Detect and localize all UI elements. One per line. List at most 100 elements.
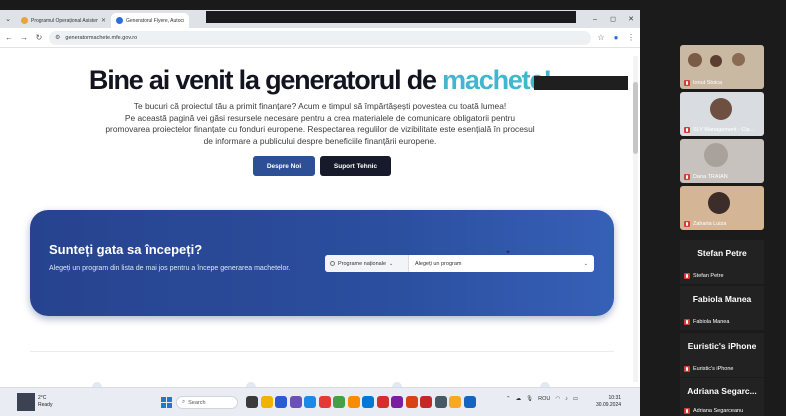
program-placeholder: Alegeți un program xyxy=(415,260,462,267)
program-type-select[interactable]: Programe naționale ⌄ xyxy=(325,255,409,272)
participant-name: Ionut Stoica xyxy=(684,80,722,86)
reload-icon[interactable]: ↻ xyxy=(34,33,44,42)
participant-tile-zaharia[interactable]: Zaharia Luiza xyxy=(680,186,764,230)
participant-tile-ionut[interactable]: Ionut Stoica xyxy=(680,45,764,89)
taskbar-clock[interactable]: 10:31 30.09.2024 xyxy=(596,395,621,409)
scrollbar-thumb[interactable] xyxy=(633,82,638,154)
windows-start-icon[interactable] xyxy=(161,397,172,408)
participant-tile-adriana[interactable]: Adriana Segarc... Adriana Segarceanu xyxy=(680,378,764,416)
url-text: generatormachete.mfe.gov.ro xyxy=(65,34,138,41)
title-prefix: Bine ai venit la generatorul de xyxy=(88,65,443,95)
tray-chevron-icon[interactable]: ⌃ xyxy=(506,396,511,402)
participant-name: Zaharia Luiza xyxy=(684,221,726,227)
weather-widget-icon[interactable] xyxy=(17,393,35,411)
battery-icon[interactable]: ▭ xyxy=(573,396,578,402)
tab-favicon-icon xyxy=(116,17,123,24)
participant-display-name: Stefan Petre xyxy=(697,248,747,258)
participant-name: Fabiola Manea xyxy=(684,319,729,325)
participant-video xyxy=(708,192,730,214)
screen-top-band xyxy=(0,0,640,10)
participant-tile-fabiola[interactable]: Fabiola Manea Fabiola Manea xyxy=(680,286,764,330)
taskbar-app-icon[interactable] xyxy=(391,396,403,408)
taskbar-app-icon[interactable] xyxy=(318,396,331,408)
panel-subtitle: Alegeți un program din lista de mai jos … xyxy=(49,265,291,272)
maximize-icon[interactable]: ◻ xyxy=(604,10,622,28)
program-type-value: Programe naționale xyxy=(338,260,387,267)
minimize-icon[interactable]: – xyxy=(586,10,604,28)
search-icon: ⌕ xyxy=(182,399,186,405)
bookmark-star-icon[interactable]: ☆ xyxy=(596,33,606,42)
taskbar-app-icon[interactable] xyxy=(376,396,389,408)
tab-favicon-icon xyxy=(21,17,28,24)
weather-widget[interactable]: 2°C Ready xyxy=(38,395,52,409)
cloud-icon[interactable]: ☁ xyxy=(516,396,522,402)
globe-icon xyxy=(330,261,335,266)
section-divider xyxy=(30,351,614,352)
web-page: Bine ai venit la generatorul de machete!… xyxy=(0,48,640,387)
tab-poat[interactable]: Programul Operațional Asistență Tehnică … xyxy=(16,13,111,28)
taskbar-app-icon[interactable] xyxy=(434,396,447,408)
taskbar-app-icon[interactable] xyxy=(275,396,287,408)
participant-tile-stefan[interactable]: Stefan Petre Stefan Petre xyxy=(680,240,764,284)
participant-video xyxy=(710,55,722,67)
search-placeholder: Search xyxy=(188,399,206,406)
taskbar-app-icon[interactable] xyxy=(463,396,476,408)
mic-off-icon xyxy=(684,273,690,279)
taskbar-app-icon[interactable] xyxy=(405,396,418,408)
program-select[interactable]: Alegeți un program ⌄ xyxy=(409,255,594,272)
intro-text: Te bucuri că proiectul tău a primit fina… xyxy=(90,101,550,147)
participant-video xyxy=(704,143,728,167)
site-info-icon[interactable]: ⚙ xyxy=(55,34,60,41)
mic-off-icon xyxy=(684,221,690,227)
participant-tile-dana[interactable]: Dana TRAIAN xyxy=(680,139,764,183)
back-icon[interactable]: ← xyxy=(4,33,14,42)
chevron-down-icon: ⌄ xyxy=(583,260,588,267)
taskbar-app-icon[interactable] xyxy=(362,396,374,408)
get-started-panel: Sunteți gata sa începeți? Alegeți un pro… xyxy=(30,210,614,316)
taskbar-app-icon[interactable] xyxy=(449,396,461,408)
system-tray: ⌃ ☁ 🎙 ROU ◠ ♪ ▭ xyxy=(506,396,578,402)
windows-taskbar: 2°C Ready ⌕ Search ⌃ ☁ 🎙 ROU ◠ ♪ ▭ 10:31… xyxy=(0,387,640,416)
taskbar-app-icon[interactable] xyxy=(289,396,302,408)
weather-status: Ready xyxy=(38,402,53,408)
participant-display-name: Euristic's iPhone xyxy=(687,341,757,351)
participant-tile-euristic[interactable]: Euristic's iPhone Euristic's iPhone xyxy=(680,333,764,377)
redaction-bar xyxy=(206,11,576,23)
intro-line: Pe această pagină vei găsi resursele nec… xyxy=(124,112,516,123)
tab-generator[interactable]: Generatorul Flyere, Autocolante, Postere xyxy=(111,13,189,28)
mic-off-icon xyxy=(684,127,690,133)
support-button[interactable]: Suport Tehnic xyxy=(320,156,391,176)
shared-screen: ⌄ Programul Operațional Asistență Tehnic… xyxy=(0,0,640,416)
taskbar-app-icon[interactable] xyxy=(304,396,316,408)
mic-off-icon xyxy=(684,408,690,414)
participant-name: Adriana Segarceanu xyxy=(684,408,743,414)
intro-line: Te bucuri că proiectul tău a primit fina… xyxy=(133,101,507,111)
volume-icon[interactable]: ♪ xyxy=(565,396,568,402)
chevron-down-icon: ⌄ xyxy=(389,260,394,267)
mic-icon[interactable]: 🎙 xyxy=(526,396,533,402)
taskbar-app-icon[interactable] xyxy=(260,396,273,408)
url-field[interactable]: ⚙ generatormachete.mfe.gov.ro xyxy=(49,30,591,45)
tab-close-icon[interactable]: ✕ xyxy=(101,17,106,24)
participant-video xyxy=(688,53,702,67)
taskbar-search[interactable]: ⌕ Search xyxy=(176,396,238,409)
taskbar-app-icon[interactable] xyxy=(333,396,345,408)
clock-date: 30.09.2024 xyxy=(596,402,622,408)
tab-search-icon[interactable]: ⌄ xyxy=(0,10,16,28)
taskbar-app-icon[interactable] xyxy=(420,396,432,408)
keyboard-language[interactable]: ROU xyxy=(538,396,550,402)
close-window-icon[interactable]: ✕ xyxy=(622,10,640,28)
clock-time: 10:31 xyxy=(608,395,622,401)
participant-tile-sly[interactable]: SLY Management - Cip... xyxy=(680,92,764,136)
participant-display-name: Fabiola Manea xyxy=(692,294,752,304)
participant-name: Euristic's iPhone xyxy=(684,366,734,372)
wifi-icon[interactable]: ◠ xyxy=(555,396,560,402)
about-button[interactable]: Despre Noi xyxy=(253,156,315,176)
taskbar-app-icon[interactable] xyxy=(347,396,360,408)
taskbar-app-icon[interactable] xyxy=(246,396,258,408)
mouse-cursor-icon: ⌖ xyxy=(506,249,510,256)
forward-icon[interactable]: → xyxy=(19,33,29,42)
participant-video xyxy=(732,53,745,66)
menu-icon[interactable]: ⋮ xyxy=(626,33,636,42)
profile-icon[interactable]: ● xyxy=(611,33,621,42)
